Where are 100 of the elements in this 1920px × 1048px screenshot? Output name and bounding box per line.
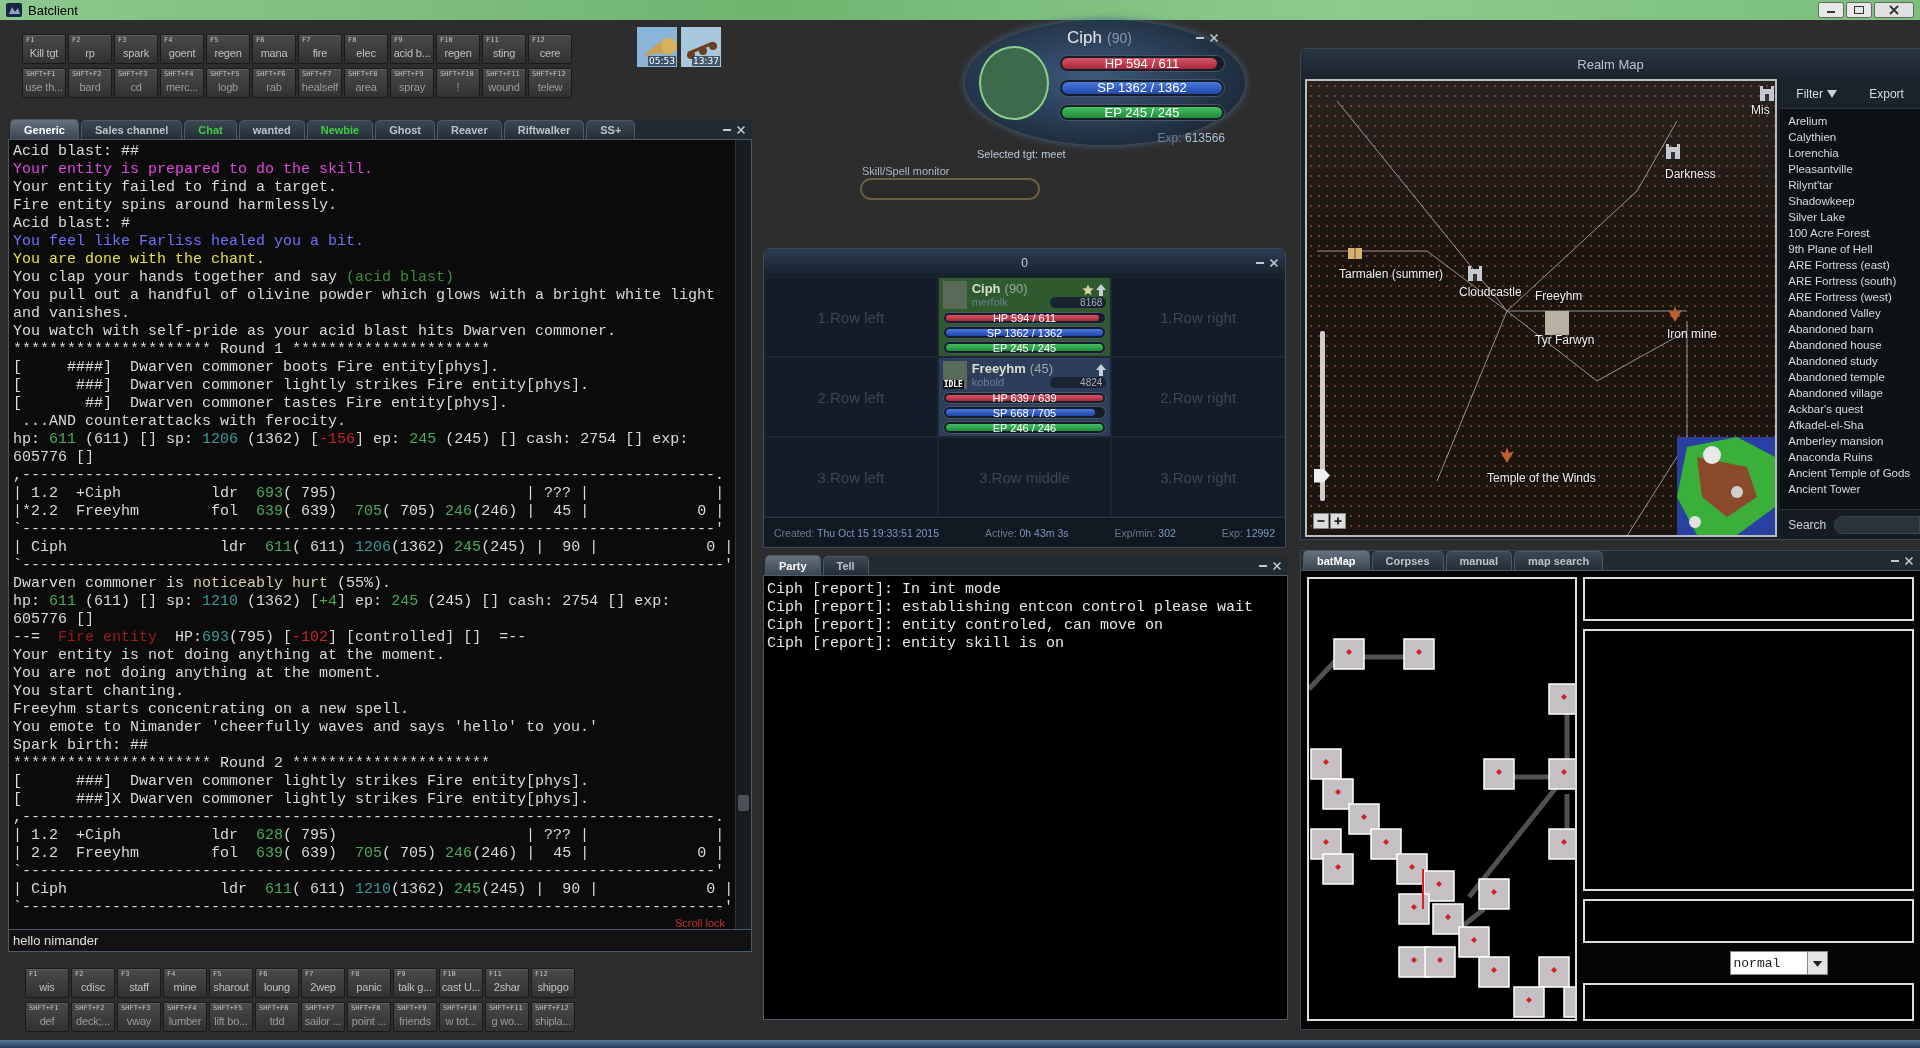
place-item[interactable]: Anaconda Ruins bbox=[1780, 449, 1920, 465]
log-line: | Ciph ldr 611( 611) 1206(1362) 245(245) | 90 | 0 | bbox=[13, 539, 735, 557]
log-line: Freeyhm starts concentrating on a new spell. bbox=[13, 701, 411, 719]
exp-label: Exp: bbox=[1157, 131, 1182, 145]
tab[interactable]: Tell bbox=[822, 556, 869, 575]
place-item[interactable]: Abandoned house bbox=[1780, 337, 1920, 353]
place-item[interactable]: Ancient Temple of Gods bbox=[1780, 465, 1920, 481]
bar-label: SP 1362 / 1362 bbox=[1097, 80, 1187, 96]
minimize-button[interactable] bbox=[1818, 2, 1844, 18]
close-button[interactable] bbox=[1874, 2, 1914, 18]
place-item[interactable]: Silver Lake bbox=[1780, 209, 1920, 225]
music-notes-icon[interactable] bbox=[681, 27, 721, 67]
log-line: Your entity is prepared to do the skill. bbox=[13, 161, 375, 179]
exp-value: 613566 bbox=[1184, 131, 1225, 145]
place-item[interactable]: Amberley mansion bbox=[1780, 433, 1920, 449]
log-line: `------------------------------------------------------------------------------' bbox=[13, 557, 735, 575]
tab[interactable]: wanted bbox=[238, 120, 305, 139]
tab[interactable]: Sales channel bbox=[80, 120, 183, 139]
up-arrow-icon bbox=[1096, 284, 1107, 297]
maximize-button[interactable] bbox=[1846, 2, 1872, 18]
place-item[interactable]: 9th Plane of Hell bbox=[1780, 241, 1920, 257]
log-line: You are done with the chant. bbox=[13, 251, 267, 269]
close-icon[interactable] bbox=[1272, 560, 1282, 571]
search-field[interactable] bbox=[1834, 515, 1920, 534]
place-item[interactable]: Lorenchia bbox=[1780, 145, 1920, 161]
skill-monitor-label: Skill/Spell monitor bbox=[862, 165, 951, 178]
timer-label: 13:37 bbox=[692, 56, 720, 66]
chat-line: Ciph [report]: establishing entcon control please wait bbox=[767, 599, 1255, 617]
tab[interactable]: batMap bbox=[1303, 550, 1370, 570]
log-line: Fire entity spins around harmlessly. bbox=[13, 197, 339, 215]
map-label: Darkness bbox=[1665, 167, 1716, 181]
member-race: merfolk bbox=[971, 296, 1008, 309]
tab[interactable]: Chat bbox=[184, 120, 237, 139]
place-item[interactable]: Shadowkeep bbox=[1780, 193, 1920, 209]
minimap-drawing[interactable] bbox=[1677, 437, 1776, 535]
tab[interactable]: Party bbox=[765, 555, 821, 575]
place-item[interactable]: Ackbar's quest bbox=[1780, 401, 1920, 417]
close-icon[interactable] bbox=[1904, 555, 1914, 566]
place-item[interactable]: Abandoned Valley bbox=[1780, 305, 1920, 321]
place-item[interactable]: ARE Fortress (south) bbox=[1780, 273, 1920, 289]
place-item[interactable]: Pleasantville bbox=[1780, 161, 1920, 177]
mode-dropdown[interactable]: normal bbox=[1729, 951, 1828, 975]
place-item[interactable]: Arelium bbox=[1780, 113, 1920, 129]
log-line: | 1.2 +Ciph ldr 628( 795) | ??? | | bbox=[13, 827, 726, 845]
tab[interactable]: Corpses bbox=[1371, 551, 1444, 570]
place-item[interactable]: Abandoned village bbox=[1780, 385, 1920, 401]
tab[interactable]: Newbie bbox=[306, 120, 374, 139]
castle-icon bbox=[1665, 143, 1681, 159]
tab[interactable]: manual bbox=[1445, 551, 1513, 570]
selected-target-label: Selected tgt: meet bbox=[977, 148, 1067, 160]
zoom-out-icon[interactable] bbox=[1313, 513, 1329, 529]
tab[interactable]: Reaver bbox=[437, 120, 502, 139]
tab[interactable]: SS+ bbox=[586, 120, 636, 139]
character-level: (90) bbox=[1106, 30, 1132, 46]
footer-value: Thu Oct 15 19:33:51 2015 bbox=[817, 526, 940, 539]
place-item[interactable]: Rilynt'tar bbox=[1780, 177, 1920, 193]
place-item[interactable]: Ancient Tower bbox=[1780, 481, 1920, 497]
bar-label: EP 245 / 245 bbox=[1104, 104, 1180, 120]
portrait-placeholder bbox=[942, 360, 967, 389]
close-icon[interactable] bbox=[1209, 33, 1219, 43]
close-icon[interactable] bbox=[736, 124, 746, 135]
place-item[interactable]: ARE Fortress (east) bbox=[1780, 257, 1920, 273]
log-line: 605776 [] bbox=[13, 611, 95, 629]
place-item[interactable]: 100 Acre Forest bbox=[1780, 225, 1920, 241]
log-line: hp: 611 (611) [] sp: 1206 (1362) [-156] ep: 245 (245) [] cash: 2754 [] exp: bbox=[13, 431, 690, 449]
log-line: Acid blast: # bbox=[13, 215, 132, 233]
log-line: You start chanting. bbox=[13, 683, 186, 701]
log-line: You watch with self-pride as your acid blast hits Dwarven commoner. bbox=[13, 323, 618, 341]
place-item[interactable]: Abandoned temple bbox=[1780, 369, 1920, 385]
place-item[interactable]: Abandoned barn bbox=[1780, 321, 1920, 337]
footer-label: Exp/min: bbox=[1114, 526, 1156, 539]
command-input[interactable]: hello nimander bbox=[8, 930, 752, 952]
map-label: Cloudcastle bbox=[1459, 285, 1522, 299]
bar-label: HP 594 / 611 bbox=[1104, 56, 1180, 72]
log-line: ********************** Round 2 ********************** bbox=[13, 755, 492, 773]
log-line: Your entity failed to find a target. bbox=[13, 179, 339, 197]
place-item[interactable]: Calythien bbox=[1780, 129, 1920, 145]
bar-label: EP 245 / 245 bbox=[992, 342, 1057, 354]
tab[interactable]: map search bbox=[1514, 551, 1604, 570]
tab[interactable]: Ghost bbox=[375, 120, 435, 139]
tab[interactable]: Riftwalker bbox=[503, 120, 585, 139]
export-button[interactable]: Export bbox=[1865, 84, 1908, 103]
tab[interactable]: Generic bbox=[10, 119, 79, 139]
filter-button[interactable]: Filter bbox=[1792, 84, 1841, 103]
castle-icon bbox=[1759, 85, 1775, 101]
window-title: Batclient bbox=[28, 2, 78, 18]
timer-label: 05:53 bbox=[648, 56, 676, 66]
close-icon[interactable] bbox=[1269, 258, 1279, 268]
zoom-in-icon[interactable] bbox=[1330, 513, 1346, 529]
log-line: [ ###] Dwarven commoner lightly strikes Fire entity[phys]. bbox=[13, 377, 591, 395]
horn-icon[interactable] bbox=[637, 27, 677, 67]
place-item[interactable]: Abandoned study bbox=[1780, 353, 1920, 369]
place-item[interactable]: Afkadel-el-Sha bbox=[1780, 417, 1920, 433]
place-item[interactable]: ARE Fortress (west) bbox=[1780, 289, 1920, 305]
wing-icon bbox=[1499, 447, 1515, 463]
log-line: Spark birth: ## bbox=[13, 737, 150, 755]
log-line: You pull out a handful of olivine powder which glows with a bright white light bbox=[13, 287, 717, 305]
map-label: Iron mine bbox=[1667, 327, 1718, 341]
caret-icon bbox=[1827, 89, 1837, 98]
zoom-slider-thumb[interactable] bbox=[1314, 468, 1330, 483]
